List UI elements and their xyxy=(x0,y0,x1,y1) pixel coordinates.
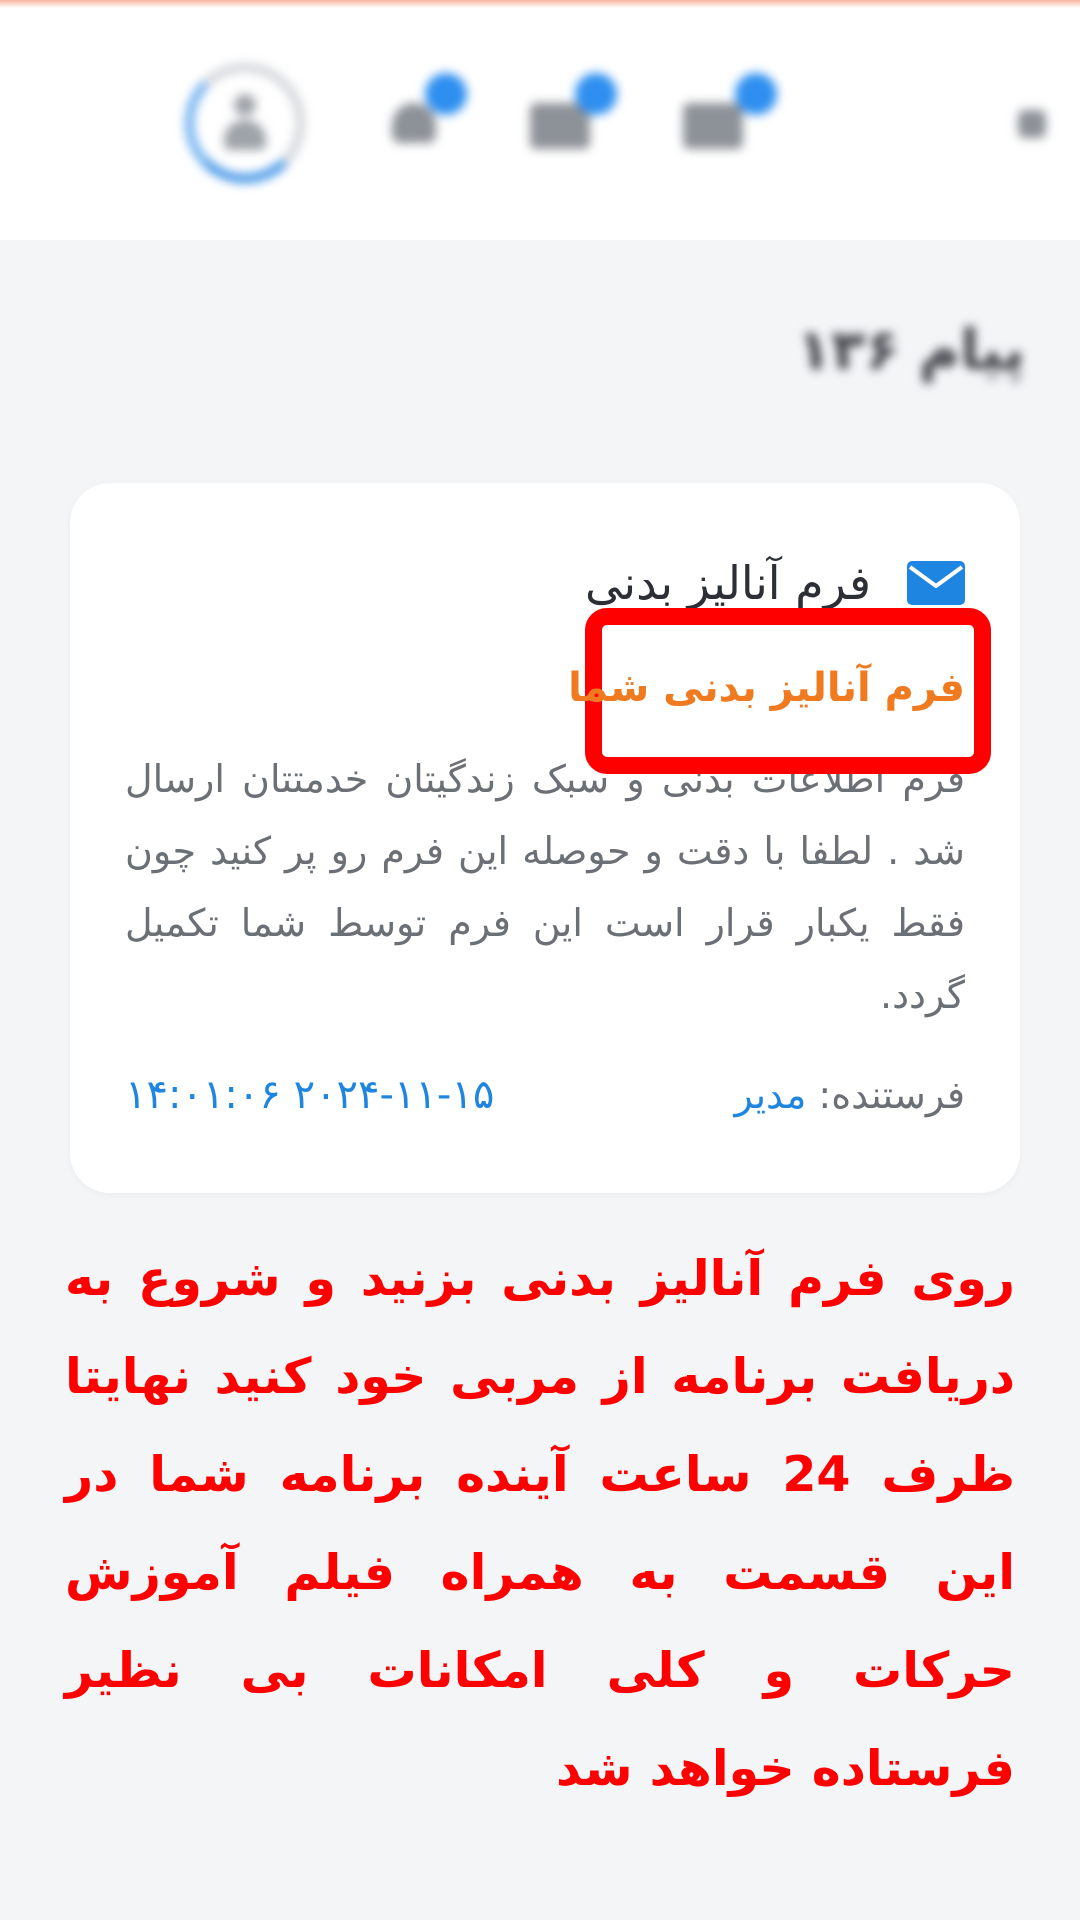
sender-label: فرستنده: xyxy=(818,1073,965,1117)
sender-name: مدیر xyxy=(734,1073,807,1117)
message-body: فرم اطلاعات بدنی و سبک زندگیتان خدمتتان … xyxy=(125,757,965,1017)
envelope-icon xyxy=(907,561,965,605)
app-header xyxy=(0,8,1080,240)
message-card[interactable]: فرم آنالیز بدنی فرم آنالیز بدنی شما فرم … xyxy=(70,483,1020,1193)
top-accent-bar xyxy=(0,0,1080,8)
instruction-annotation: روی فرم آنالیز بدنی بزنید و شروع به دریا… xyxy=(65,1250,1015,1797)
message-subject[interactable]: فرم آنالیز بدنی شما xyxy=(568,665,965,711)
sender: فرستنده: مدیر xyxy=(734,1073,965,1117)
page-title: پیام ۱۳۶ xyxy=(797,318,1025,383)
message-datetime: ۲۰۲۴-۱۱-۱۵ ۱۴:۰۱:۰۶ xyxy=(125,1072,495,1118)
menu-icon[interactable] xyxy=(1018,110,1046,138)
user-avatar[interactable] xyxy=(185,63,305,183)
message-meta: فرستنده: مدیر ۲۰۲۴-۱۱-۱۵ ۱۴:۰۱:۰۶ xyxy=(125,1065,965,1125)
message-title: فرم آنالیز بدنی xyxy=(584,556,871,610)
